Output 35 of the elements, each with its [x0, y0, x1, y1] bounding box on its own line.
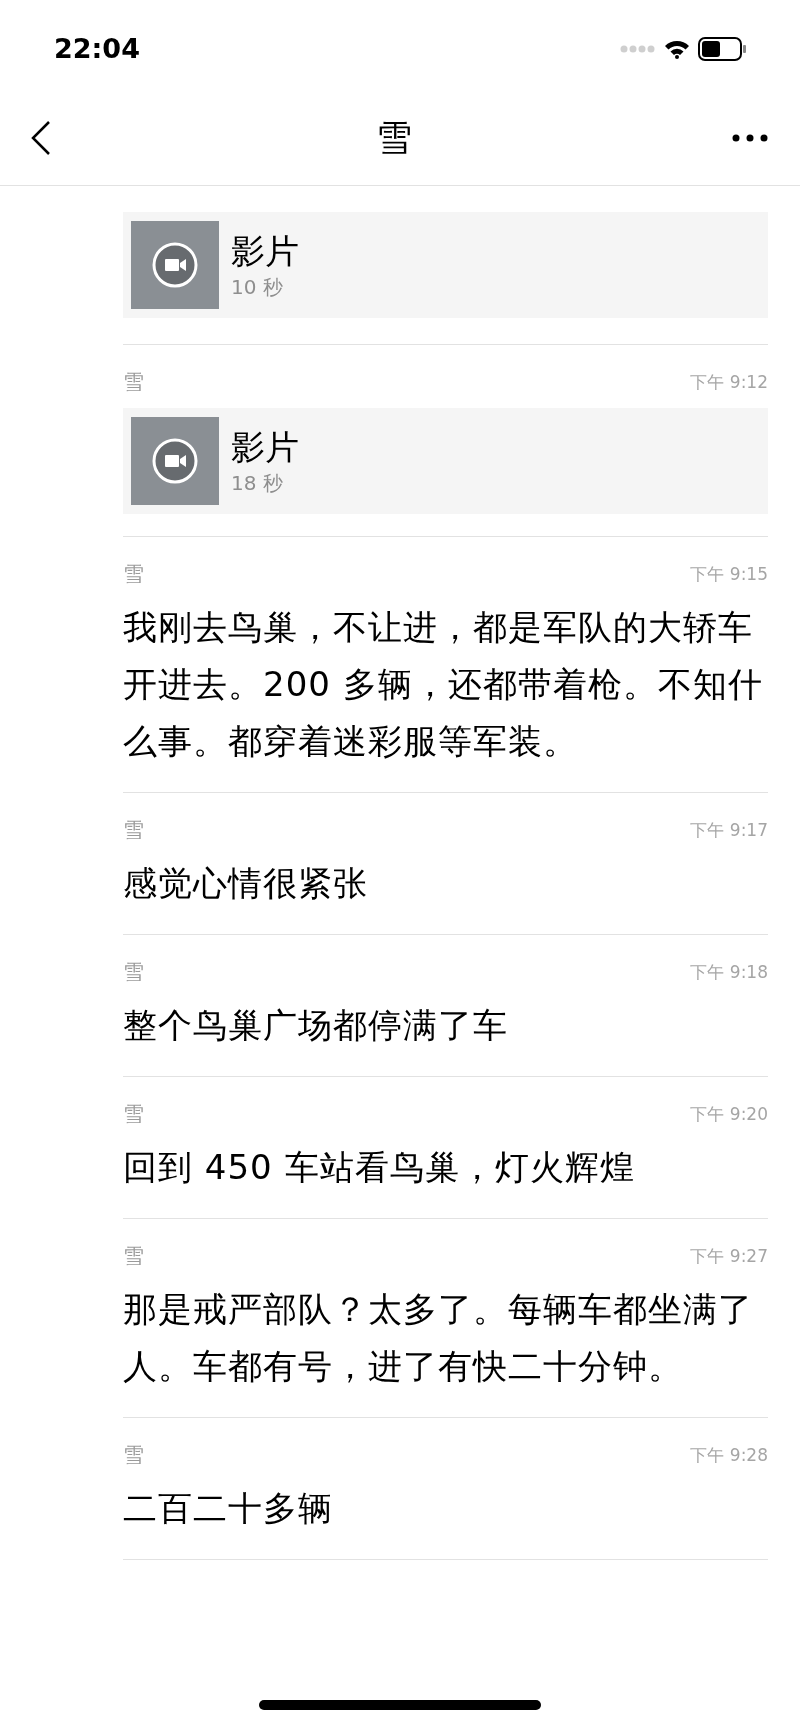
sender-name: 雪 [123, 369, 144, 397]
video-camera-icon [152, 438, 198, 484]
status-time: 22:04 [54, 31, 140, 66]
battery-icon [698, 37, 746, 61]
message-text: 二百二十多辆 [123, 1487, 334, 1530]
message-time: 下午 9:17 [690, 819, 768, 843]
message-text: 那是戒严部队？太多了。每辆车都坐满了人。车都有号，进了有快二十分钟。 [123, 1288, 754, 1388]
video-camera-icon [152, 242, 198, 288]
sender-name: 雪 [123, 817, 144, 845]
video-duration: 18 秒 [231, 470, 284, 497]
message-text: 整个鸟巢广场都停满了车 [123, 1004, 509, 1047]
signal-icon [620, 45, 656, 53]
wifi-icon [664, 39, 690, 59]
chat-title: 雪 [376, 115, 412, 160]
sender-name: 雪 [123, 1101, 144, 1129]
video-card[interactable]: 影片 10 秒 [123, 212, 768, 318]
message-time: 下午 9:15 [690, 563, 768, 587]
sender-name: 雪 [123, 1442, 144, 1470]
message-time: 下午 9:27 [690, 1245, 768, 1269]
sender-name: 雪 [123, 1243, 144, 1271]
video-label: 影片 [231, 426, 299, 469]
more-icon [732, 133, 768, 142]
back-chevron-icon [30, 119, 52, 156]
message-text: 感觉心情很紧张 [123, 862, 369, 905]
message-time: 下午 9:18 [690, 961, 768, 985]
message-text: 回到 450 车站看鸟巢，灯火辉煌 [123, 1146, 636, 1189]
message-text: 我刚去鸟巢，不让进，都是军队的大轿车开进去。200 多辆，还都带着枪。不知什么事。都穿着迷彩服等军装。 [123, 606, 764, 763]
video-label: 影片 [231, 230, 299, 273]
video-card[interactable]: 影片 18 秒 [123, 408, 768, 514]
message-time: 下午 9:28 [690, 1444, 768, 1468]
sender-name: 雪 [123, 561, 144, 589]
video-duration: 10 秒 [231, 274, 284, 301]
sender-name: 雪 [123, 959, 144, 987]
message-time: 下午 9:12 [690, 371, 768, 395]
message-time: 下午 9:20 [690, 1103, 768, 1127]
